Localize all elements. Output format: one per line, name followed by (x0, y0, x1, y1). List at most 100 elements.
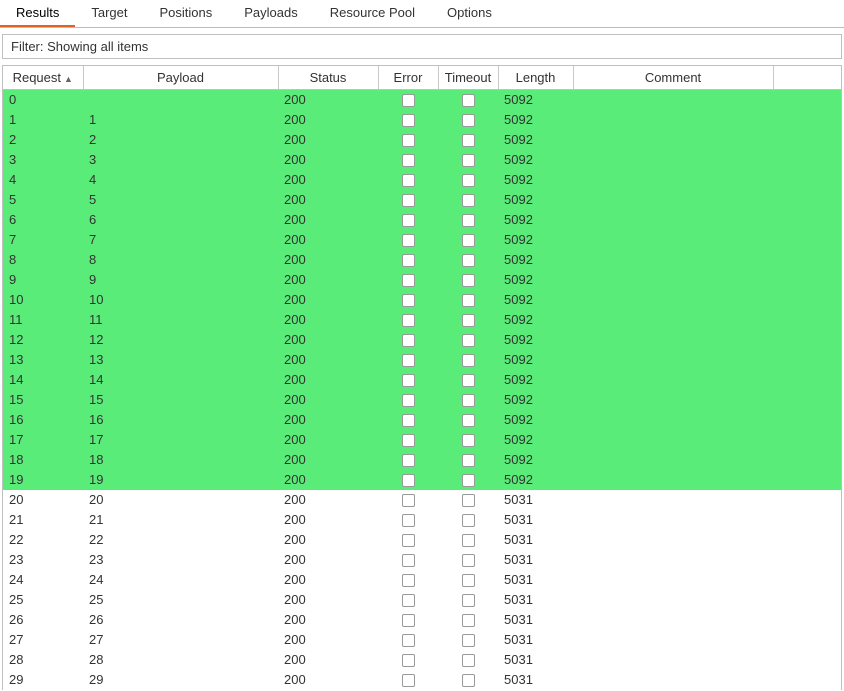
table-row[interactable]: 12122005092 (3, 330, 841, 350)
error-checkbox[interactable] (402, 274, 415, 287)
timeout-checkbox[interactable] (462, 354, 475, 367)
error-checkbox[interactable] (402, 374, 415, 387)
timeout-checkbox[interactable] (462, 234, 475, 247)
timeout-checkbox[interactable] (462, 554, 475, 567)
timeout-checkbox[interactable] (462, 394, 475, 407)
column-header-error[interactable]: Error (378, 66, 438, 90)
table-row[interactable]: 24242005031 (3, 570, 841, 590)
error-checkbox[interactable] (402, 514, 415, 527)
error-checkbox[interactable] (402, 474, 415, 487)
timeout-checkbox[interactable] (462, 254, 475, 267)
tab-payloads[interactable]: Payloads (228, 0, 313, 27)
timeout-checkbox[interactable] (462, 314, 475, 327)
error-checkbox[interactable] (402, 574, 415, 587)
timeout-checkbox[interactable] (462, 94, 475, 107)
error-checkbox[interactable] (402, 354, 415, 367)
column-header-length[interactable]: Length (498, 66, 573, 90)
error-checkbox[interactable] (402, 594, 415, 607)
table-row[interactable]: 22222005031 (3, 530, 841, 550)
timeout-checkbox[interactable] (462, 574, 475, 587)
filter-bar[interactable]: Filter: Showing all items (2, 34, 842, 59)
table-row[interactable]: 26262005031 (3, 610, 841, 630)
timeout-checkbox[interactable] (462, 654, 475, 667)
error-checkbox[interactable] (402, 214, 415, 227)
table-row[interactable]: 18182005092 (3, 450, 841, 470)
table-row[interactable]: 19192005092 (3, 470, 841, 490)
table-row[interactable]: 442005092 (3, 170, 841, 190)
error-checkbox[interactable] (402, 234, 415, 247)
error-checkbox[interactable] (402, 674, 415, 687)
error-checkbox[interactable] (402, 414, 415, 427)
table-row[interactable]: 17172005092 (3, 430, 841, 450)
error-checkbox[interactable] (402, 134, 415, 147)
timeout-checkbox[interactable] (462, 374, 475, 387)
error-checkbox[interactable] (402, 454, 415, 467)
error-checkbox[interactable] (402, 554, 415, 567)
table-row[interactable]: 14142005092 (3, 370, 841, 390)
column-header-comment[interactable]: Comment (573, 66, 773, 90)
timeout-checkbox[interactable] (462, 214, 475, 227)
column-header-timeout[interactable]: Timeout (438, 66, 498, 90)
error-checkbox[interactable] (402, 334, 415, 347)
table-row[interactable]: 13132005092 (3, 350, 841, 370)
table-row[interactable]: 772005092 (3, 230, 841, 250)
error-checkbox[interactable] (402, 154, 415, 167)
table-row[interactable]: 662005092 (3, 210, 841, 230)
error-checkbox[interactable] (402, 434, 415, 447)
error-checkbox[interactable] (402, 314, 415, 327)
error-checkbox[interactable] (402, 254, 415, 267)
table-row[interactable]: 222005092 (3, 130, 841, 150)
table-row[interactable]: 882005092 (3, 250, 841, 270)
error-checkbox[interactable] (402, 634, 415, 647)
table-row[interactable]: 25252005031 (3, 590, 841, 610)
tab-results[interactable]: Results (0, 0, 75, 27)
error-checkbox[interactable] (402, 174, 415, 187)
table-row[interactable]: 29292005031 (3, 670, 841, 690)
table-row[interactable]: 27272005031 (3, 630, 841, 650)
error-checkbox[interactable] (402, 614, 415, 627)
error-checkbox[interactable] (402, 114, 415, 127)
error-checkbox[interactable] (402, 394, 415, 407)
column-header-status[interactable]: Status (278, 66, 378, 90)
table-row[interactable]: 15152005092 (3, 390, 841, 410)
table-row[interactable]: 21212005031 (3, 510, 841, 530)
table-row[interactable]: 11112005092 (3, 310, 841, 330)
table-row[interactable]: 16162005092 (3, 410, 841, 430)
table-row[interactable]: 10102005092 (3, 290, 841, 310)
table-row[interactable]: 552005092 (3, 190, 841, 210)
timeout-checkbox[interactable] (462, 494, 475, 507)
timeout-checkbox[interactable] (462, 114, 475, 127)
table-row[interactable]: 23232005031 (3, 550, 841, 570)
timeout-checkbox[interactable] (462, 474, 475, 487)
error-checkbox[interactable] (402, 494, 415, 507)
tab-resource-pool[interactable]: Resource Pool (314, 0, 431, 27)
column-header-payload[interactable]: Payload (83, 66, 278, 90)
table-row[interactable]: 20202005031 (3, 490, 841, 510)
table-row[interactable]: 332005092 (3, 150, 841, 170)
timeout-checkbox[interactable] (462, 294, 475, 307)
timeout-checkbox[interactable] (462, 274, 475, 287)
timeout-checkbox[interactable] (462, 434, 475, 447)
error-checkbox[interactable] (402, 294, 415, 307)
table-row[interactable]: 02005092 (3, 90, 841, 110)
timeout-checkbox[interactable] (462, 634, 475, 647)
error-checkbox[interactable] (402, 94, 415, 107)
timeout-checkbox[interactable] (462, 454, 475, 467)
column-header-request[interactable]: Request▲ (3, 66, 83, 90)
timeout-checkbox[interactable] (462, 534, 475, 547)
error-checkbox[interactable] (402, 534, 415, 547)
table-row[interactable]: 28282005031 (3, 650, 841, 670)
table-row[interactable]: 112005092 (3, 110, 841, 130)
timeout-checkbox[interactable] (462, 134, 475, 147)
table-row[interactable]: 992005092 (3, 270, 841, 290)
timeout-checkbox[interactable] (462, 174, 475, 187)
tab-target[interactable]: Target (75, 0, 143, 27)
timeout-checkbox[interactable] (462, 674, 475, 687)
timeout-checkbox[interactable] (462, 194, 475, 207)
tab-options[interactable]: Options (431, 0, 508, 27)
timeout-checkbox[interactable] (462, 334, 475, 347)
timeout-checkbox[interactable] (462, 514, 475, 527)
error-checkbox[interactable] (402, 194, 415, 207)
timeout-checkbox[interactable] (462, 594, 475, 607)
tab-positions[interactable]: Positions (144, 0, 229, 27)
